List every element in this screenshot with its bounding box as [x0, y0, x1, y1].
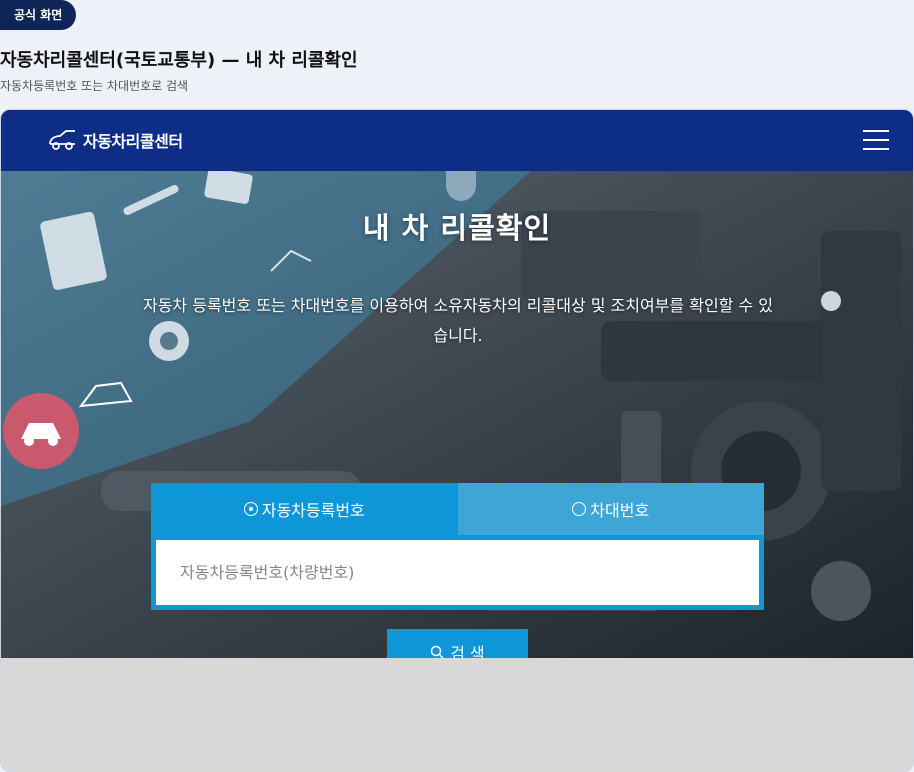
official-badge: 공식 화면: [0, 0, 77, 30]
site-logo[interactable]: 자동차리콜센터: [47, 128, 183, 152]
tab-registration-number[interactable]: 자동차등록번호: [151, 483, 458, 535]
search-button-label: 검 색: [450, 644, 485, 658]
car-logo-icon: [49, 130, 75, 150]
page-subtitle: 자동차등록번호 또는 차대번호로 검색: [0, 79, 189, 93]
page-title: 자동차리콜센터(국토교통부) — 내 차 리콜확인: [0, 50, 358, 71]
app-frame: 자동차리콜센터 내 차 리콜확인 자동차 등록번호 또는 차대번호를 이용하여 …: [0, 109, 914, 772]
logo-text: 자동차리콜센터: [83, 132, 183, 151]
search-box: [151, 535, 764, 610]
tab-vin[interactable]: 차대번호: [457, 483, 764, 535]
hamburger-menu-icon[interactable]: [863, 130, 889, 150]
search-button[interactable]: 검 색: [387, 629, 528, 658]
hero-section: 내 차 리콜확인 자동차 등록번호 또는 차대번호를 이용하여 소유자동차의 리…: [1, 171, 913, 658]
search-type-tabs: 자동차등록번호 차대번호: [151, 483, 764, 535]
tab-vin-label: 차대번호: [590, 501, 650, 520]
hero-title: 내 차 리콜확인: [362, 211, 552, 245]
radio-selected-icon: [243, 502, 258, 516]
tab-registration-label: 자동차등록번호: [261, 501, 365, 520]
registration-number-input[interactable]: [156, 540, 759, 605]
search-icon: [430, 645, 444, 658]
hero-description: 자동차 등록번호 또는 차대번호를 이용하여 소유자동차의 리콜대상 및 조치여…: [142, 296, 774, 345]
radio-unselected-icon: [572, 502, 587, 516]
top-nav: 자동차리콜센터: [1, 110, 913, 171]
